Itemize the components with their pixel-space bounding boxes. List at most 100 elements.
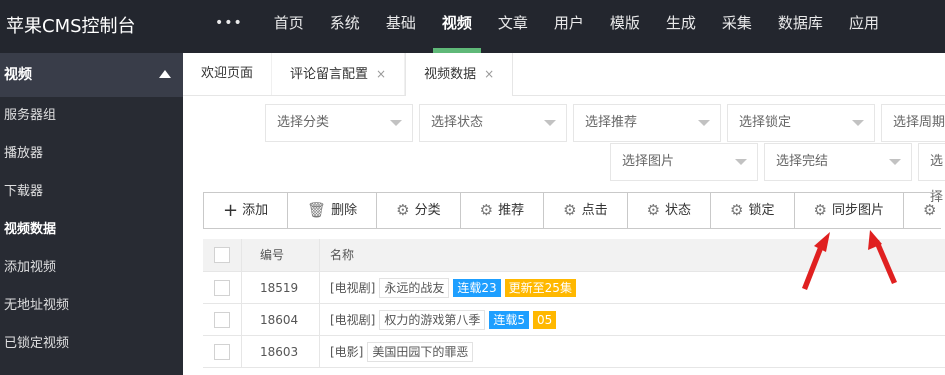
gear-icon: ⚙ <box>396 201 410 219</box>
filter-extra-select[interactable]: 选择 <box>918 143 945 205</box>
page-tabs: 欢迎页面 评论留言配置 × 视频数据 × <box>183 53 945 97</box>
lock-button[interactable]: ⚙ 锁定 <box>711 193 795 228</box>
tab-welcome[interactable]: 欢迎页面 <box>183 53 273 95</box>
button-label: 同步图片 <box>831 203 884 218</box>
tab-label: 视频数据 <box>424 67 477 82</box>
sidebar-item-downloader[interactable]: 下载器 <box>0 173 183 211</box>
gear-icon: ⚙ <box>646 201 661 219</box>
filter-recommend-select[interactable]: 选择推荐 <box>573 104 721 142</box>
nav-item-template[interactable]: 模版 <box>597 0 653 53</box>
gear-icon: ⚙ <box>479 201 494 219</box>
action-toolbar: + 添加 🗑 删除 ⚙ 分类 ⚙ 推荐 ⚙ 点击 ⚙ 状态 ⚙ 锁定 ⚙ 同步图片 ⚙ <box>203 192 942 229</box>
gear-icon: ⚙ <box>922 201 937 219</box>
serial-badge: 连载5 <box>489 310 530 329</box>
top-bar: 苹果CMS控制台 ••• 首页 系统 基础 视频 文章 用户 模版 生成 采集 … <box>0 0 945 53</box>
button-label: 状态 <box>665 203 692 218</box>
top-nav: ••• 首页 系统 基础 视频 文章 用户 模版 生成 采集 数据库 应用 <box>205 0 892 53</box>
gear-icon: ⚙ <box>563 201 577 219</box>
filter-finished-select[interactable]: 选择完结 <box>764 143 912 181</box>
sidebar-section-label: 视频 <box>4 67 32 83</box>
select-placeholder: 选择图片 <box>622 154 675 169</box>
sidebar-item-player[interactable]: 播放器 <box>0 135 183 173</box>
chevron-down-icon <box>735 159 747 165</box>
video-title-link[interactable]: 权力的游戏第八季 <box>379 309 486 330</box>
update-badge: 05 <box>533 310 557 329</box>
button-label: 删除 <box>331 203 358 218</box>
close-icon[interactable]: × <box>484 67 494 81</box>
nav-more-button[interactable]: ••• <box>205 0 261 53</box>
table-row: 18603 [电影] 美国田园下的罪恶 <box>203 336 945 368</box>
hits-button[interactable]: ⚙ 点击 <box>544 193 628 228</box>
serial-badge: 连载23 <box>453 278 501 297</box>
nav-item-system[interactable]: 系统 <box>317 0 373 53</box>
status-button[interactable]: ⚙ 状态 <box>628 193 712 228</box>
add-button[interactable]: + 添加 <box>204 193 289 228</box>
annotation-arrow-right <box>868 230 897 284</box>
nav-item-article[interactable]: 文章 <box>485 0 541 53</box>
chevron-down-icon <box>544 120 556 126</box>
more-action-button[interactable]: ⚙ <box>904 193 941 228</box>
nav-item-database[interactable]: 数据库 <box>765 0 836 53</box>
row-checkbox[interactable] <box>214 311 230 328</box>
annotation-arrows <box>802 230 897 290</box>
row-id: 18519 <box>242 272 320 303</box>
row-checkbox[interactable] <box>214 343 230 360</box>
button-label: 锁定 <box>748 203 775 218</box>
trash-icon: 🗑 <box>307 201 327 219</box>
select-placeholder: 选择分类 <box>277 115 330 130</box>
row-id: 18603 <box>242 336 320 367</box>
filter-category-select[interactable]: 选择分类 <box>265 104 413 142</box>
nav-item-collect[interactable]: 采集 <box>709 0 765 53</box>
filter-lock-select[interactable]: 选择锁定 <box>727 104 875 142</box>
row-category: [电影] <box>330 344 364 359</box>
nav-item-generate[interactable]: 生成 <box>653 0 709 53</box>
sidebar-item-server-group[interactable]: 服务器组 <box>0 97 183 135</box>
sidebar: 视频 服务器组 播放器 下载器 视频数据 添加视频 无地址视频 已锁定视频 <box>0 53 183 375</box>
sidebar-item-add-video[interactable]: 添加视频 <box>0 249 183 287</box>
tab-label: 欢迎页面 <box>201 66 254 81</box>
select-all-checkbox[interactable] <box>214 247 230 263</box>
sync-images-button[interactable]: ⚙ 同步图片 <box>795 193 904 228</box>
nav-item-video[interactable]: 视频 <box>429 0 485 53</box>
button-label: 点击 <box>581 203 608 218</box>
row-id: 18604 <box>242 304 320 335</box>
app-title[interactable]: 苹果CMS控制台 <box>6 12 136 38</box>
select-placeholder: 选择状态 <box>431 115 484 130</box>
gear-icon: ⚙ <box>730 201 744 219</box>
table-row: 18604 [电视剧] 权力的游戏第八季 连载5 05 <box>203 304 945 336</box>
filter-status-select[interactable]: 选择状态 <box>419 104 567 142</box>
gear-icon: ⚙ <box>813 201 827 219</box>
tab-comment-config[interactable]: 评论留言配置 × <box>272 53 406 95</box>
sidebar-item-video-data[interactable]: 视频数据 <box>0 211 183 249</box>
filter-period-select[interactable]: 选择周期 <box>881 104 945 142</box>
recommend-button[interactable]: ⚙ 推荐 <box>461 193 545 228</box>
tab-video-data[interactable]: 视频数据 × <box>405 53 514 97</box>
update-badge: 更新至25集 <box>504 278 576 297</box>
row-category: [电视剧] <box>330 312 376 327</box>
chevron-down-icon <box>698 120 710 126</box>
nav-item-basic[interactable]: 基础 <box>373 0 429 53</box>
button-label: 分类 <box>414 203 441 218</box>
select-placeholder: 选择推荐 <box>585 115 638 130</box>
video-title-link[interactable]: 美国田园下的罪恶 <box>367 341 474 362</box>
select-placeholder: 选择完结 <box>776 154 829 169</box>
sidebar-item-no-url-video[interactable]: 无地址视频 <box>0 287 183 325</box>
sidebar-item-locked-video[interactable]: 已锁定视频 <box>0 325 183 363</box>
filter-image-select[interactable]: 选择图片 <box>610 143 758 181</box>
annotation-arrow-left <box>802 232 830 290</box>
row-checkbox[interactable] <box>214 279 230 296</box>
close-icon[interactable]: × <box>376 67 386 81</box>
nav-item-apps[interactable]: 应用 <box>836 0 892 53</box>
column-header-label: 名称 <box>330 248 355 262</box>
button-label: 推荐 <box>498 203 525 218</box>
delete-button[interactable]: 🗑 删除 <box>288 193 378 228</box>
row-category: [电视剧] <box>330 280 376 295</box>
chevron-down-icon <box>889 159 901 165</box>
nav-item-home[interactable]: 首页 <box>261 0 317 53</box>
select-placeholder: 选择锁定 <box>739 115 792 130</box>
tab-label: 评论留言配置 <box>290 67 369 82</box>
video-title-link[interactable]: 永远的战友 <box>379 277 450 298</box>
nav-item-user[interactable]: 用户 <box>541 0 597 53</box>
sidebar-section-video[interactable]: 视频 <box>0 53 183 97</box>
category-button[interactable]: ⚙ 分类 <box>377 193 461 228</box>
